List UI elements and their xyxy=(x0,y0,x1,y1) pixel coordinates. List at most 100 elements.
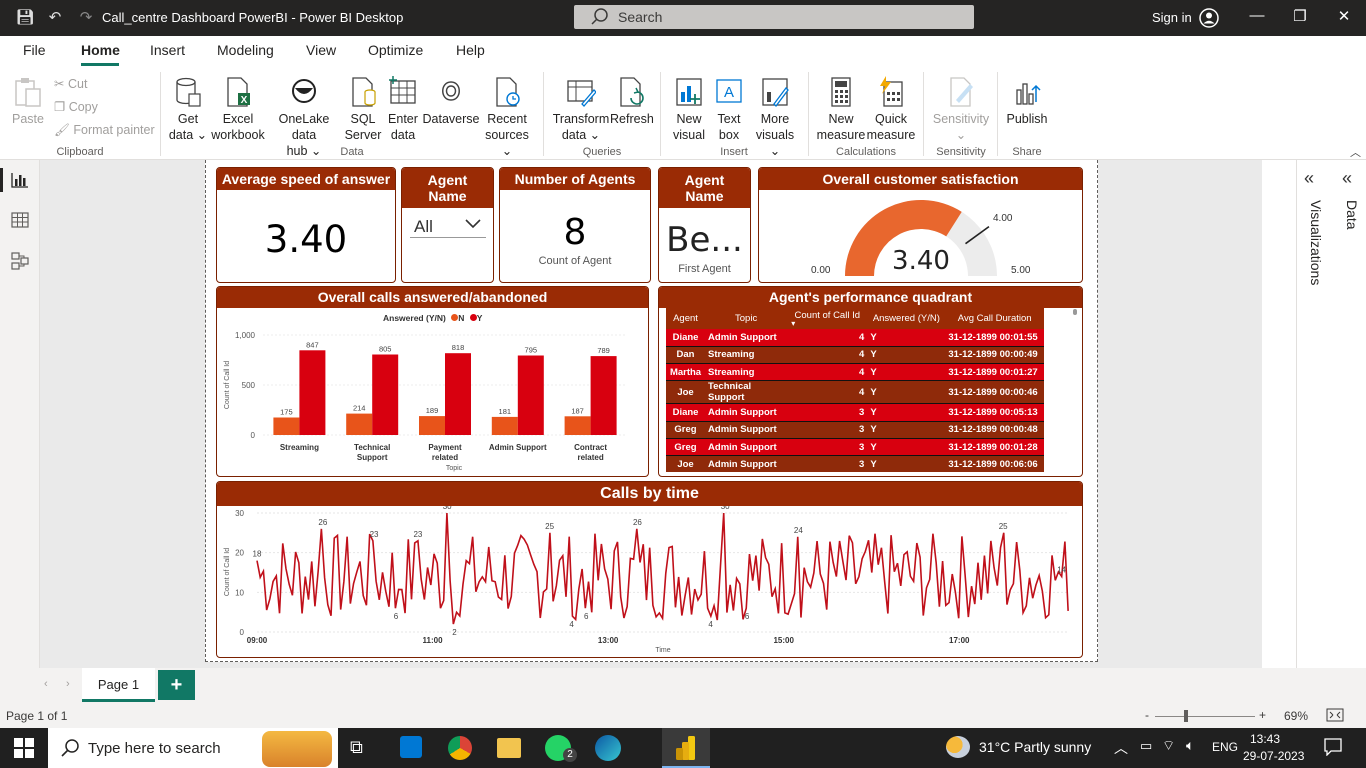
publish-button[interactable]: Publish xyxy=(1004,76,1050,127)
undo-icon[interactable]: ↶ xyxy=(45,8,65,28)
avg-speed-card[interactable]: Average speed of answer 3.40 xyxy=(216,167,396,283)
satisfaction-gauge-card[interactable]: Overall customer satisfaction 3.40 0.00 … xyxy=(758,167,1083,283)
recent-sources-button[interactable]: Recent sources ⌄ xyxy=(480,76,534,159)
expand-visualizations-icon[interactable]: « xyxy=(1304,168,1314,189)
zoom-slider[interactable] xyxy=(1155,716,1255,717)
report-view-icon[interactable] xyxy=(11,172,29,193)
weather-icon[interactable] xyxy=(946,736,970,758)
bar-y xyxy=(517,355,544,435)
sign-in-button[interactable]: Sign in xyxy=(1152,10,1192,25)
first-agent-card[interactable]: Agent Name Be... First Agent xyxy=(658,167,751,283)
restore-icon[interactable]: ❐ xyxy=(1285,7,1315,25)
zoom-in-button[interactable]: + xyxy=(1259,708,1266,722)
zoom-slider-thumb[interactable] xyxy=(1184,710,1188,722)
collapse-ribbon-icon[interactable]: ︿ xyxy=(1350,144,1361,160)
minimize-icon[interactable]: — xyxy=(1242,7,1272,24)
menu-help[interactable]: Help xyxy=(456,42,485,58)
visualizations-pane-tab[interactable]: Visualizations xyxy=(1304,200,1324,310)
store-icon[interactable] xyxy=(400,736,422,758)
language-indicator[interactable]: ENG xyxy=(1212,740,1238,754)
weather-text[interactable]: 31°C Partly sunny xyxy=(979,739,1091,755)
new-visual-button[interactable]: New visual xyxy=(668,76,710,143)
chrome-icon[interactable] xyxy=(448,736,472,760)
recent-label-2: sources ⌄ xyxy=(485,128,529,158)
perf-table-row[interactable]: Greg Admin Support 3 Y 31-12-1899 00:00:48 xyxy=(666,421,1044,439)
model-view-icon[interactable] xyxy=(11,252,29,275)
menu-insert[interactable]: Insert xyxy=(150,42,185,58)
quick-measure-button[interactable]: Quick measure xyxy=(866,76,916,143)
perf-header-cell[interactable]: Topic xyxy=(705,308,788,329)
perf-header-cell[interactable]: Answered (Y/N) xyxy=(867,308,946,329)
perf-header-cell[interactable]: Agent xyxy=(666,308,706,329)
notifications-icon[interactable] xyxy=(1324,738,1342,761)
paste-button[interactable]: Paste xyxy=(10,76,46,127)
calls-by-time-chart[interactable]: Calls by time 30 20 10 0 Count of Call Id 09:… xyxy=(216,481,1083,658)
performance-table-card[interactable]: Agent's performance quadrant Agent Topic C… xyxy=(658,286,1083,477)
wifi-icon[interactable]: ⌔ xyxy=(1162,737,1175,755)
bar-chart-title: Overall calls answered/abandoned xyxy=(217,287,648,308)
menu-view[interactable]: View xyxy=(306,42,336,58)
task-view-icon[interactable]: ⧉ xyxy=(350,737,363,758)
menu-file[interactable]: File xyxy=(23,42,46,58)
calls-answered-chart[interactable]: Overall calls answered/abandoned Answere… xyxy=(216,286,649,477)
refresh-button[interactable]: Refresh xyxy=(610,76,654,127)
cut-button[interactable]: ✂ Cut xyxy=(54,76,87,91)
perf-header-cell[interactable]: Count of Call Id ▾ xyxy=(787,308,868,329)
show-hidden-icons-icon[interactable]: ︿ xyxy=(1114,738,1128,758)
num-agents-card[interactable]: Number of Agents 8 Count of Agent xyxy=(499,167,651,283)
menu-optimize[interactable]: Optimize xyxy=(368,42,423,58)
dataverse-button[interactable]: Dataverse xyxy=(422,76,480,127)
get-data-button[interactable]: Get data ⌄ xyxy=(168,76,208,143)
page-tab-1[interactable]: Page 1 xyxy=(82,668,155,702)
bar-y xyxy=(590,356,617,435)
windows-start-icon[interactable] xyxy=(14,738,34,763)
taskbar-search-box[interactable]: Type here to search xyxy=(48,728,338,768)
edge-icon[interactable] xyxy=(595,735,621,761)
prev-page-icon[interactable]: ‹ xyxy=(44,678,48,690)
next-page-icon[interactable]: › xyxy=(66,678,70,690)
perf-table-row[interactable]: Martha Streaming 4 Y 31-12-1899 00:01:27 xyxy=(666,363,1044,382)
perf-table-body: Diane Admin Support 4 Y 31-12-1899 00:01:55 D… xyxy=(666,329,1044,472)
fit-to-page-icon[interactable] xyxy=(1326,708,1344,725)
data-pane-tab[interactable]: Data xyxy=(1340,200,1360,240)
zoom-out-button[interactable]: - xyxy=(1145,708,1149,722)
text-box-button[interactable]: A Text box xyxy=(710,76,748,143)
add-page-button[interactable]: + xyxy=(158,670,195,700)
perf-table-row[interactable]: Joe Technical Support 4 Y 31-12-1899 00:00:4… xyxy=(666,380,1044,405)
perf-table-row[interactable]: Diane Admin Support 3 Y 31-12-1899 00:05:13 xyxy=(666,403,1044,422)
sensitivity-button[interactable]: Sensitivity ⌄ xyxy=(930,76,992,143)
transform-data-button[interactable]: Transform data ⌄ xyxy=(552,76,610,143)
file-explorer-icon[interactable] xyxy=(497,738,521,758)
clock-time[interactable]: 13:43 xyxy=(1250,732,1280,746)
volume-icon[interactable]: 🔈︎ xyxy=(1186,737,1194,754)
paste-icon xyxy=(15,78,41,107)
network-icon[interactable]: ▭ xyxy=(1140,738,1152,754)
perf-table-cell: 3 xyxy=(787,438,868,457)
search-box[interactable]: Search xyxy=(574,5,974,29)
agent-slicer-dropdown[interactable]: All xyxy=(410,214,486,238)
bar-data-label: 847 xyxy=(306,340,319,349)
sql-server-button[interactable]: SQL Server xyxy=(343,76,383,143)
redo-icon[interactable]: ↷ xyxy=(76,8,96,28)
perf-table-scrollbar[interactable] xyxy=(1073,309,1077,315)
save-icon[interactable]: 💾︎ xyxy=(15,8,35,28)
perf-table-row[interactable]: Diane Admin Support 4 Y 31-12-1899 00:01:55 xyxy=(666,329,1044,347)
expand-data-icon[interactable]: « xyxy=(1342,168,1352,189)
menu-home[interactable]: Home xyxy=(81,42,120,58)
close-icon[interactable]: ✕ xyxy=(1329,7,1359,25)
excel-workbook-button[interactable]: X Excel workbook xyxy=(210,76,266,143)
perf-table-row[interactable]: Joe Admin Support 3 Y 31-12-1899 00:06:06 xyxy=(666,455,1044,472)
powerbi-taskbar-item[interactable] xyxy=(662,728,710,768)
agent-name-slicer[interactable]: Agent Name All xyxy=(401,167,494,283)
format-painter-button[interactable]: 🖌︎ Format painter xyxy=(54,123,155,138)
new-measure-button[interactable]: New measure xyxy=(815,76,867,143)
account-icon[interactable] xyxy=(1198,7,1220,34)
table-view-icon[interactable] xyxy=(11,212,29,233)
perf-header-cell[interactable]: Avg Call Duration xyxy=(945,308,1044,329)
perf-table-row[interactable]: Dan Streaming 4 Y 31-12-1899 00:00:49 xyxy=(666,346,1044,365)
menu-modeling[interactable]: Modeling xyxy=(217,42,274,58)
perf-table-row[interactable]: Greg Admin Support 3 Y 31-12-1899 00:01:28 xyxy=(666,438,1044,457)
copy-button[interactable]: ❐ Copy xyxy=(54,99,98,114)
enter-data-button[interactable]: Enter data xyxy=(384,76,422,143)
clock-date[interactable]: 29-07-2023 xyxy=(1243,749,1304,763)
